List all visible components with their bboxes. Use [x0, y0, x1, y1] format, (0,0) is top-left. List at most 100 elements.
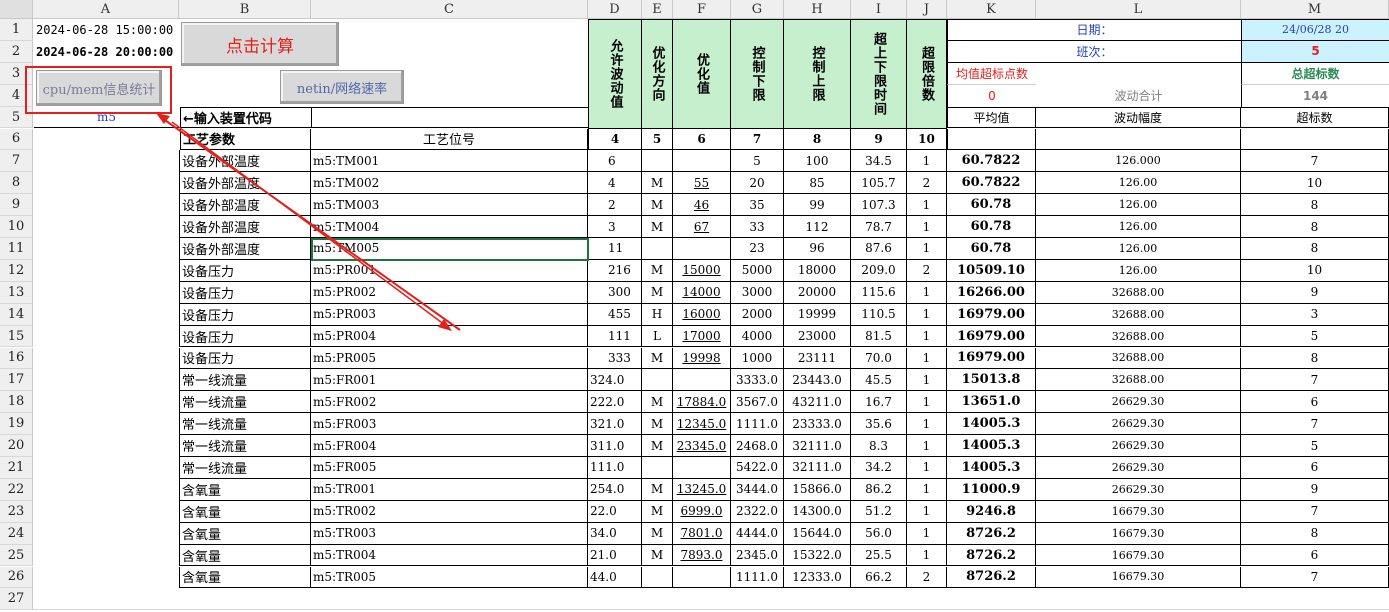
- cell-c21[interactable]: m5:FR005: [311, 457, 588, 479]
- cell-l25[interactable]: 16679.30: [1036, 544, 1241, 567]
- cell-k19[interactable]: 14005.3: [947, 413, 1036, 436]
- cell-m23[interactable]: 7: [1241, 500, 1389, 523]
- cell-a1[interactable]: 2024-06-28 15:00:00: [34, 19, 180, 41]
- cell-b26[interactable]: 含氧量: [179, 566, 311, 589]
- cell-c26[interactable]: m5:TR005: [311, 566, 588, 589]
- row-header-9[interactable]: 9: [0, 194, 33, 217]
- cell-j12[interactable]: 2: [907, 259, 947, 282]
- cell-h13[interactable]: 20000: [784, 281, 851, 304]
- cell-h14[interactable]: 19999: [784, 303, 851, 326]
- cell-h20[interactable]: 32111.0: [784, 435, 851, 457]
- cell-l26[interactable]: 16679.30: [1036, 566, 1241, 589]
- row-header-8[interactable]: 8: [0, 172, 33, 195]
- cell-e17[interactable]: [642, 369, 673, 392]
- cell-m24[interactable]: 8: [1241, 522, 1389, 545]
- cell-i15[interactable]: 81.5: [851, 325, 907, 348]
- column-header-l[interactable]: L: [1036, 0, 1241, 19]
- col-number-f[interactable]: 6: [673, 128, 731, 151]
- cell-c23[interactable]: m5:TR002: [311, 500, 588, 523]
- cell-c11[interactable]: m5:TM005: [311, 238, 588, 260]
- header-e[interactable]: 优化方向: [642, 19, 673, 129]
- cell-b18[interactable]: 常一线流量: [179, 391, 311, 414]
- cell-f8[interactable]: 55: [673, 172, 731, 195]
- cell-k20[interactable]: 14005.3: [947, 435, 1036, 457]
- cell-b23[interactable]: 含氧量: [179, 500, 311, 523]
- cell-m15[interactable]: 5: [1241, 325, 1389, 348]
- cell-j15[interactable]: 1: [907, 325, 947, 348]
- cell-g16[interactable]: 1000: [731, 347, 784, 370]
- cell-g19[interactable]: 1111.0: [731, 413, 784, 436]
- cell-j10[interactable]: 1: [907, 216, 947, 238]
- cell-k2[interactable]: 班次：: [947, 40, 1241, 63]
- col-number-j[interactable]: 10: [907, 128, 947, 151]
- cell-e22[interactable]: M: [642, 478, 673, 501]
- cell-b16[interactable]: 设备压力: [179, 347, 311, 370]
- cell-c19[interactable]: m5:FR003: [311, 413, 588, 436]
- cell-e20[interactable]: M: [642, 435, 673, 457]
- col-number-g[interactable]: 7: [731, 128, 784, 151]
- cell-m9[interactable]: 8: [1241, 194, 1389, 217]
- cell-i16[interactable]: 70.0: [851, 347, 907, 370]
- cell-f15[interactable]: 17000: [673, 325, 731, 348]
- cell-f12[interactable]: 15000: [673, 259, 731, 282]
- cell-m14[interactable]: 3: [1241, 303, 1389, 326]
- cell-d8[interactable]: 4: [588, 172, 642, 195]
- cell-c13[interactable]: m5:PR002: [311, 281, 588, 304]
- cell-k7[interactable]: 60.7822: [947, 150, 1036, 173]
- column-header-h[interactable]: H: [784, 0, 851, 19]
- cell-d12[interactable]: 216: [588, 259, 642, 282]
- cell-g10[interactable]: 33: [731, 216, 784, 238]
- row-header-23[interactable]: 23: [0, 500, 33, 523]
- cell-k12[interactable]: 10509.10: [947, 259, 1036, 282]
- cell-i11[interactable]: 87.6: [851, 238, 907, 260]
- cell-k13[interactable]: 16266.00: [947, 281, 1036, 304]
- header-d[interactable]: 允许波动值: [588, 19, 642, 129]
- header-h[interactable]: 控制上限: [784, 19, 851, 129]
- cell-f19[interactable]: 12345.0: [673, 413, 731, 436]
- cell-j17[interactable]: 1: [907, 369, 947, 392]
- cell-i18[interactable]: 16.7: [851, 391, 907, 414]
- cell-l11[interactable]: 126.00: [1036, 238, 1241, 260]
- cell-m18[interactable]: 6: [1241, 391, 1389, 414]
- cell-m13[interactable]: 9: [1241, 281, 1389, 304]
- cell-i25[interactable]: 25.5: [851, 544, 907, 567]
- cell-i14[interactable]: 110.5: [851, 303, 907, 326]
- cell-k23[interactable]: 9246.8: [947, 500, 1036, 523]
- header-i[interactable]: 超上下限时间: [851, 19, 907, 129]
- cell-k24[interactable]: 8726.2: [947, 522, 1036, 545]
- cell-d23[interactable]: 22.0: [588, 500, 642, 523]
- cell-d21[interactable]: 111.0: [588, 457, 642, 479]
- calculate-button[interactable]: 点击计算: [181, 22, 339, 66]
- cell-e7[interactable]: [642, 150, 673, 173]
- cell-l13[interactable]: 32688.00: [1036, 281, 1241, 304]
- cell-e16[interactable]: M: [642, 347, 673, 370]
- col-number-d[interactable]: 4: [588, 128, 642, 151]
- cell-c10[interactable]: m5:TM004: [311, 216, 588, 238]
- cell-l5[interactable]: 波动幅度: [1036, 106, 1241, 129]
- cell-m2[interactable]: 5: [1241, 40, 1389, 63]
- cell-e18[interactable]: M: [642, 391, 673, 414]
- cell-e21[interactable]: [642, 457, 673, 479]
- row-header-14[interactable]: 14: [0, 303, 33, 326]
- cell-l23[interactable]: 16679.30: [1036, 500, 1241, 523]
- cell-e15[interactable]: L: [642, 325, 673, 348]
- column-header-b[interactable]: B: [179, 0, 311, 19]
- column-header-d[interactable]: D: [588, 0, 642, 19]
- row-header-26[interactable]: 26: [0, 566, 33, 589]
- cell-b17[interactable]: 常一线流量: [179, 369, 311, 392]
- cell-m25[interactable]: 6: [1241, 544, 1389, 567]
- cell-d14[interactable]: 455: [588, 303, 642, 326]
- row-header-25[interactable]: 25: [0, 544, 33, 567]
- cell-g9[interactable]: 35: [731, 194, 784, 217]
- cell-j9[interactable]: 1: [907, 194, 947, 217]
- row-header-20[interactable]: 20: [0, 435, 33, 457]
- cell-d10[interactable]: 3: [588, 216, 642, 238]
- cell-g17[interactable]: 3333.0: [731, 369, 784, 392]
- cell-g22[interactable]: 3444.0: [731, 478, 784, 501]
- cell-l4[interactable]: 波动合计: [1036, 85, 1241, 107]
- cell-f20[interactable]: 23345.0: [673, 435, 731, 457]
- cell-d20[interactable]: 311.0: [588, 435, 642, 457]
- column-header-i[interactable]: I: [851, 0, 907, 19]
- row-header-10[interactable]: 10: [0, 216, 33, 238]
- cell-f24[interactable]: 7801.0: [673, 522, 731, 545]
